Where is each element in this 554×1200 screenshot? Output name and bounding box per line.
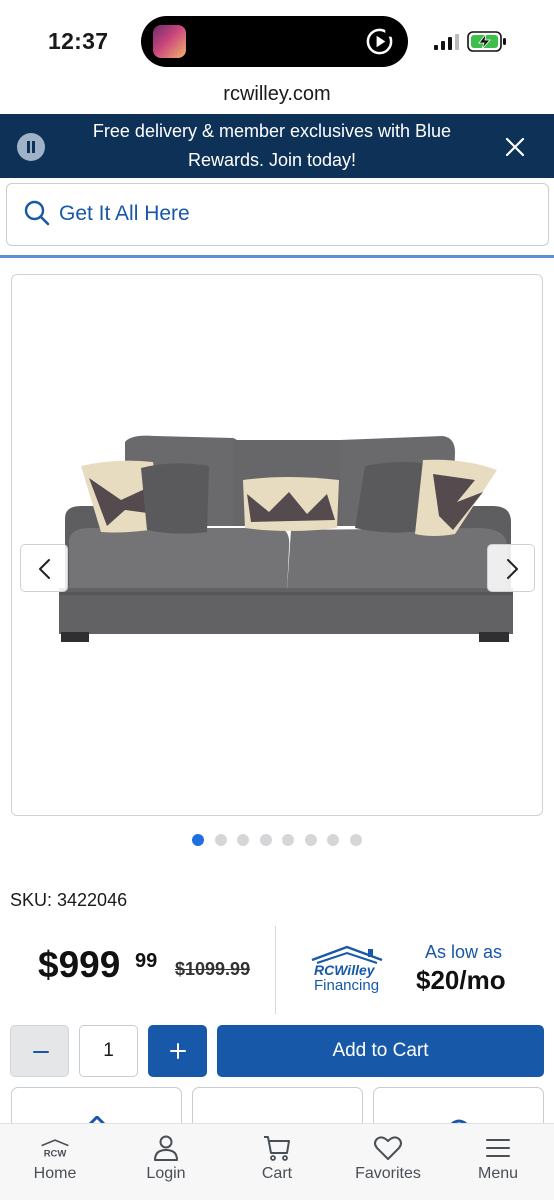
previous-image-button[interactable] bbox=[20, 544, 68, 592]
playback-icon bbox=[366, 28, 394, 55]
nav-label: Menu bbox=[477, 1165, 519, 1182]
add-to-cart-button[interactable]: Add to Cart bbox=[217, 1025, 544, 1077]
gallery-dot[interactable] bbox=[237, 834, 249, 846]
next-image-button[interactable] bbox=[487, 544, 535, 592]
nav-login[interactable]: Login bbox=[116, 1128, 216, 1190]
gallery-dot[interactable] bbox=[282, 834, 294, 846]
monthly-payment[interactable]: $20/mo bbox=[416, 964, 506, 996]
quantity-input[interactable]: 1 bbox=[79, 1025, 138, 1077]
rcw-logo-icon: RCW bbox=[41, 1139, 69, 1160]
promo-text[interactable]: Free delivery & member exclusives with B… bbox=[62, 117, 482, 175]
gallery-dot[interactable] bbox=[259, 834, 272, 846]
financing-brand[interactable]: RCWilley bbox=[314, 962, 375, 978]
chevron-left-icon bbox=[39, 559, 50, 579]
product-sku: SKU: 3422046 bbox=[10, 890, 128, 910]
gallery-dot[interactable] bbox=[304, 834, 317, 846]
financing-label[interactable]: Financing bbox=[314, 977, 379, 995]
nav-cart[interactable]: Cart bbox=[227, 1128, 327, 1190]
price-current: $999 bbox=[38, 944, 121, 985]
nav-label: Home bbox=[33, 1165, 77, 1182]
header-divider bbox=[0, 255, 554, 258]
nav-favorites[interactable]: Favorites bbox=[338, 1128, 438, 1190]
quantity-decrease-button[interactable] bbox=[10, 1025, 69, 1077]
heart-icon bbox=[374, 1136, 402, 1160]
chevron-right-icon bbox=[507, 559, 518, 579]
as-low-as-label[interactable]: As low as bbox=[425, 941, 502, 963]
rcw-logo-text: RCW bbox=[44, 1149, 67, 1160]
nav-menu[interactable]: Menu bbox=[448, 1128, 548, 1190]
nav-label: Login bbox=[146, 1165, 186, 1182]
nav-label: Favorites bbox=[355, 1165, 421, 1182]
browser-url[interactable]: rcwilley.com bbox=[0, 80, 554, 114]
dynamic-island[interactable] bbox=[141, 16, 408, 67]
gallery-dot[interactable] bbox=[214, 834, 227, 846]
nav-label: Cart bbox=[261, 1165, 293, 1182]
quantity-increase-button[interactable] bbox=[148, 1025, 207, 1077]
minus-icon bbox=[33, 1051, 49, 1053]
price-original: $1099.99 bbox=[175, 959, 251, 979]
status-bar: 12:37 bbox=[0, 0, 554, 80]
price-divider bbox=[275, 926, 276, 1014]
now-playing-artwork bbox=[153, 25, 186, 58]
close-icon[interactable] bbox=[500, 132, 530, 162]
search-input[interactable]: Get It All Here bbox=[59, 200, 190, 228]
gallery-dot[interactable] bbox=[327, 834, 339, 846]
price-cents: 99 bbox=[135, 950, 158, 972]
gallery-dot[interactable] bbox=[349, 834, 362, 846]
pause-icon[interactable] bbox=[17, 133, 45, 161]
gallery-dot[interactable] bbox=[192, 834, 204, 846]
nav-home[interactable]: RCW Home bbox=[5, 1128, 105, 1190]
hamburger-icon bbox=[486, 1139, 510, 1157]
battery-charging-icon bbox=[467, 31, 506, 52]
search-icon bbox=[24, 200, 50, 226]
cell-signal-icon bbox=[434, 34, 459, 50]
person-icon bbox=[154, 1135, 178, 1161]
sofa-product-image[interactable] bbox=[55, 430, 517, 646]
status-time: 12:37 bbox=[48, 28, 109, 54]
plus-icon bbox=[170, 1043, 186, 1059]
cart-icon bbox=[264, 1136, 290, 1161]
